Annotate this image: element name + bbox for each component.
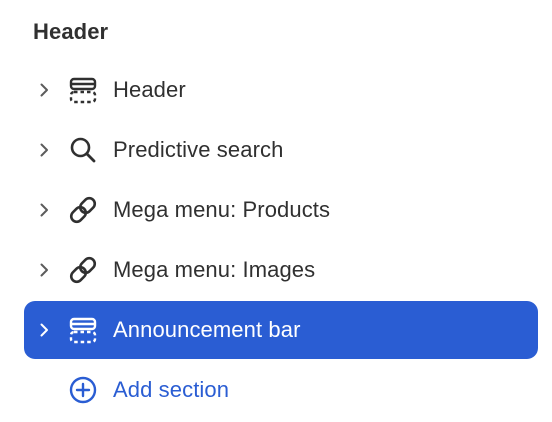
section-item-label: Announcement bar bbox=[113, 317, 301, 342]
group-title: Header bbox=[33, 19, 109, 44]
section-item-label: Predictive search bbox=[113, 137, 284, 162]
chevron-right-icon[interactable] bbox=[36, 202, 52, 218]
section-panel: Header Header Predictive search Mega men… bbox=[0, 0, 552, 422]
section-layout-icon bbox=[68, 315, 98, 345]
section-item-label: Header bbox=[113, 77, 186, 102]
section-item-announcement-bar[interactable]: Announcement bar bbox=[24, 301, 538, 359]
link-icon bbox=[68, 255, 98, 285]
link-icon bbox=[68, 195, 98, 225]
add-section-label: Add section bbox=[113, 377, 230, 402]
section-item-mega-menu-products[interactable]: Mega menu: Products bbox=[24, 181, 538, 239]
plus-circle-icon bbox=[68, 375, 98, 405]
search-icon bbox=[68, 135, 98, 165]
section-item-mega-menu-images[interactable]: Mega menu: Images bbox=[24, 241, 538, 299]
add-section-button[interactable]: Add section bbox=[24, 361, 324, 419]
section-layout-icon bbox=[68, 75, 98, 105]
chevron-right-icon[interactable] bbox=[36, 322, 52, 338]
chevron-right-icon[interactable] bbox=[36, 142, 52, 158]
section-item-label: Mega menu: Products bbox=[113, 197, 331, 222]
chevron-right-icon[interactable] bbox=[36, 262, 52, 278]
section-item-header[interactable]: Header bbox=[24, 61, 538, 119]
section-item-label: Mega menu: Images bbox=[113, 257, 316, 282]
section-item-predictive-search[interactable]: Predictive search bbox=[24, 121, 538, 179]
chevron-right-icon[interactable] bbox=[36, 82, 52, 98]
